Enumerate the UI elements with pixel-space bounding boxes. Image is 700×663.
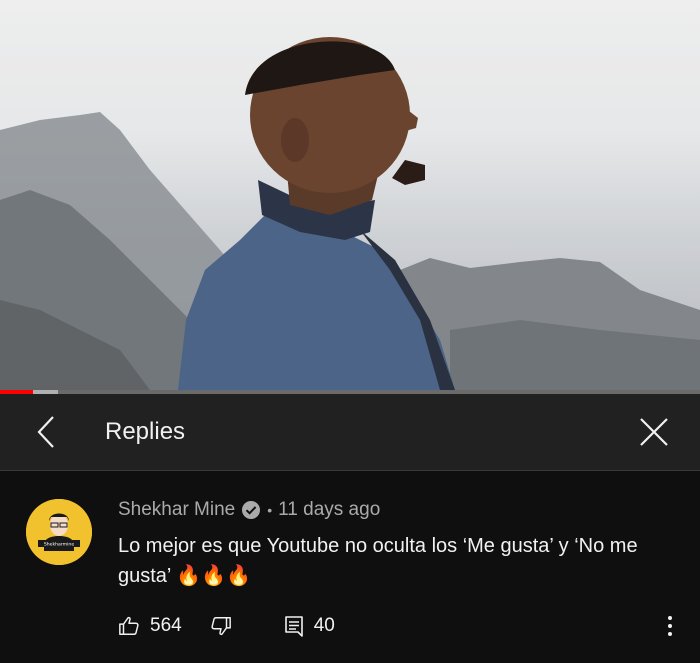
dislike-button[interactable] xyxy=(210,615,232,637)
reply-comment-icon xyxy=(284,616,303,637)
comment-text: Lo mejor es que Youtube no oculta los ‘M… xyxy=(118,535,638,587)
avatar[interactable]: Shekharmine xyxy=(26,499,92,565)
reply-count: 40 xyxy=(313,615,335,636)
close-button[interactable] xyxy=(636,414,672,450)
comment-thread-item: Shekharmine Shekhar Mine • 11 days ago L… xyxy=(0,471,700,663)
avatar-caption: Shekharmine xyxy=(44,542,75,548)
comment-author[interactable]: Shekhar Mine xyxy=(118,499,235,521)
thumbs-down-icon xyxy=(211,617,231,636)
chevron-left-icon xyxy=(37,416,54,448)
replies-header: Replies xyxy=(0,394,700,471)
thumbs-up-icon xyxy=(119,616,139,635)
like-button[interactable]: 564 xyxy=(118,615,182,637)
comment-meta: Shekhar Mine • 11 days ago xyxy=(118,499,380,521)
comment-time[interactable]: 11 days ago xyxy=(278,499,380,521)
more-actions-button[interactable] xyxy=(660,611,680,641)
like-count: 564 xyxy=(150,615,182,636)
video-player[interactable] xyxy=(0,0,700,390)
avatar-image: Shekharmine xyxy=(26,499,92,565)
meta-separator: • xyxy=(267,502,273,518)
close-icon xyxy=(640,418,668,446)
video-frame-scene xyxy=(0,0,700,390)
replies-title: Replies xyxy=(105,418,186,445)
more-vertical-icon xyxy=(668,616,672,636)
verified-check-icon xyxy=(242,501,261,519)
back-button[interactable] xyxy=(28,414,64,450)
reply-button[interactable]: 40 xyxy=(284,615,335,637)
comment-actions: 564 40 xyxy=(118,611,335,641)
